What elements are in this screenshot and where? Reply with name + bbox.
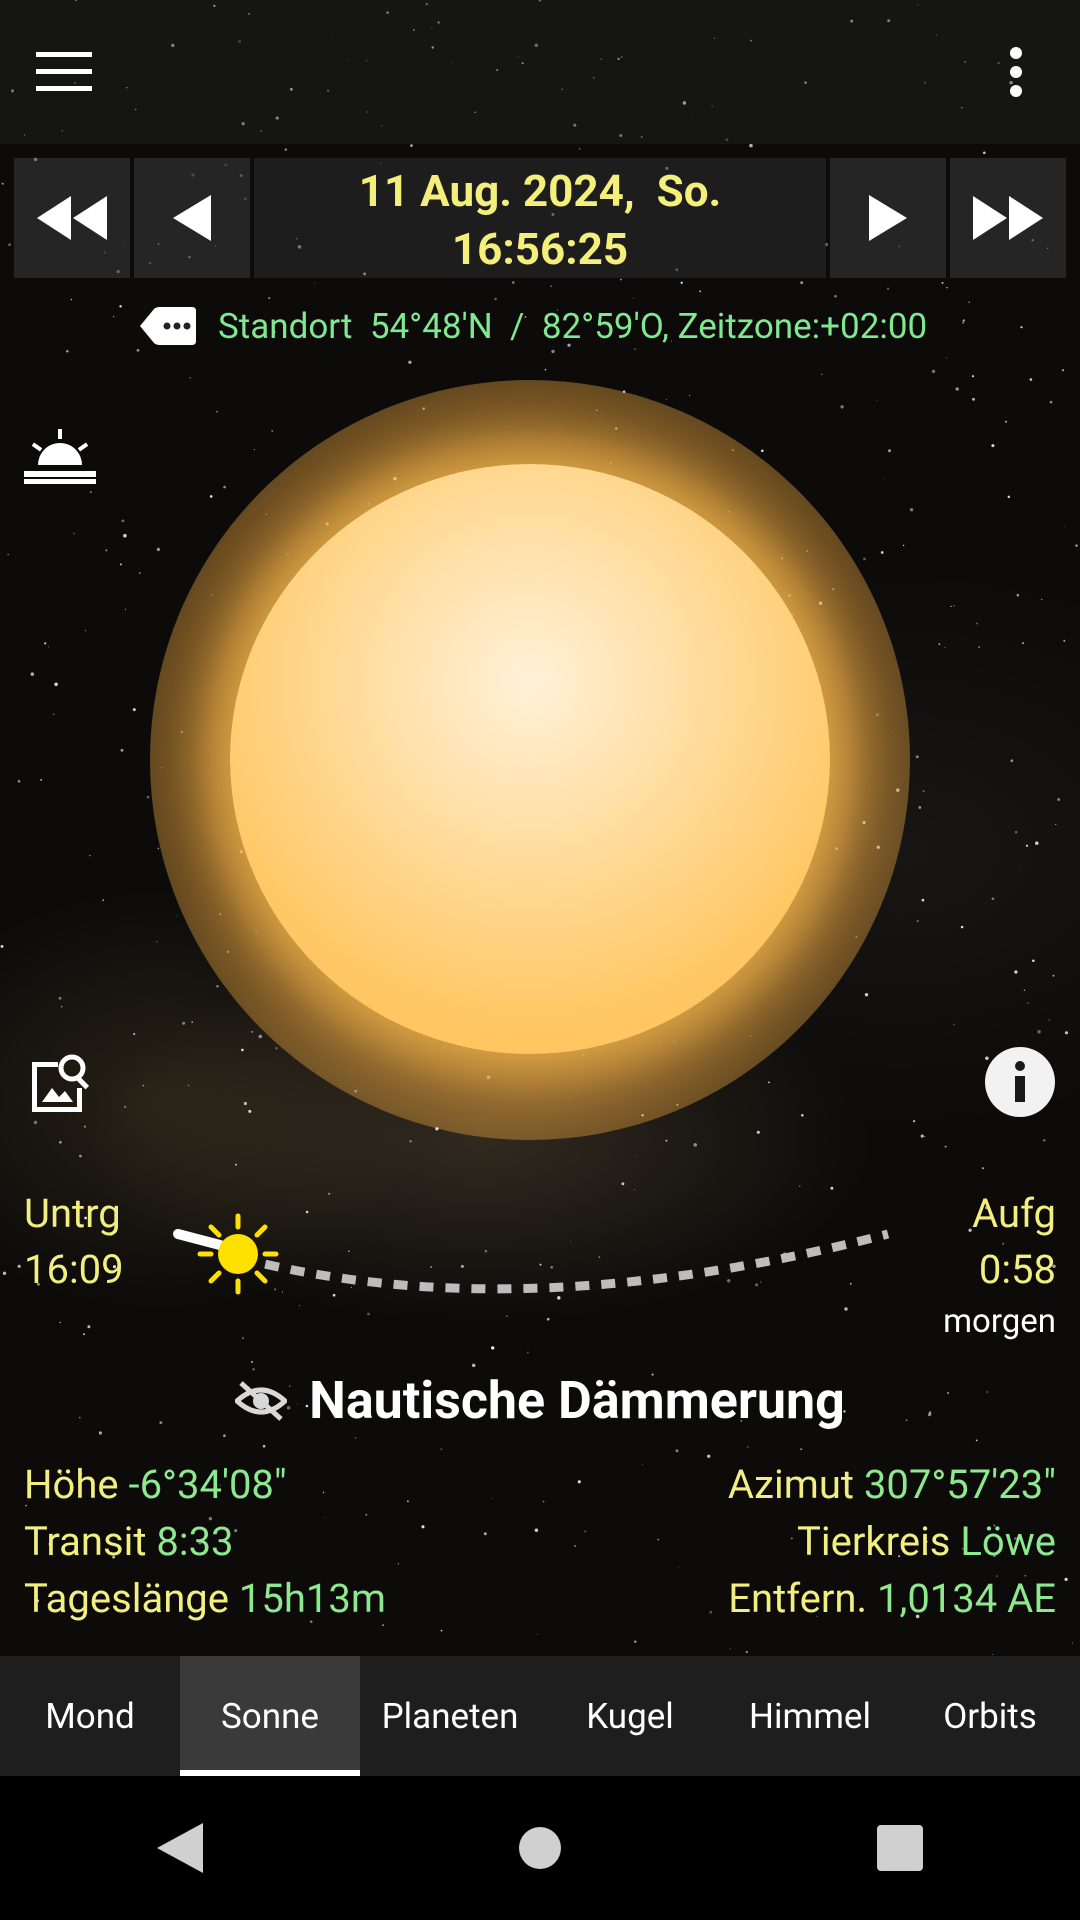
twilight-text: Nautische Dämmerung bbox=[309, 1370, 845, 1431]
more-vert-icon[interactable] bbox=[976, 40, 1056, 104]
location-text: Standort 54°48'N / 82°59'O, Zeitzone:+02… bbox=[218, 305, 928, 347]
day-length-value: 15h13m bbox=[238, 1575, 386, 1622]
step-forward-button[interactable] bbox=[830, 158, 946, 278]
image-search-icon[interactable] bbox=[22, 1048, 98, 1118]
stats-left: Höhe -6°34'08" Transit 8:33 Tageslänge 1… bbox=[24, 1456, 386, 1627]
zodiac-value: Löwe bbox=[960, 1518, 1056, 1565]
distance-value: 1,0134 AE bbox=[876, 1575, 1056, 1622]
fast-rewind-button[interactable] bbox=[14, 158, 130, 278]
tab-kugel[interactable]: Kugel bbox=[540, 1656, 720, 1776]
tab-himmel[interactable]: Himmel bbox=[720, 1656, 900, 1776]
sunset-info: Untrg 16:09 bbox=[24, 1186, 124, 1298]
azimuth-value: 307°57'23" bbox=[863, 1461, 1056, 1508]
azimuth-row: Azimut 307°57'23" bbox=[728, 1456, 1056, 1513]
sunrise-time: 0:58 bbox=[978, 1246, 1056, 1293]
date-text: 11 Aug. 2024, So. bbox=[358, 165, 722, 217]
sun-disk bbox=[230, 464, 830, 1054]
sunrise-day: morgen bbox=[943, 1302, 1056, 1341]
sun-position-icon bbox=[197, 1213, 279, 1295]
fast-forward-button[interactable] bbox=[950, 158, 1066, 278]
fast-forward-icon bbox=[973, 196, 1043, 240]
label-dots-icon bbox=[140, 307, 196, 345]
sun-path-arc bbox=[173, 1229, 890, 1294]
info-icon[interactable] bbox=[984, 1046, 1056, 1118]
date-navigation: 11 Aug. 2024, So. 16:56:25 bbox=[14, 158, 1066, 278]
sunrise-icon[interactable] bbox=[20, 420, 100, 490]
altitude-value: -6°34'08" bbox=[128, 1461, 287, 1508]
day-length-label: Tageslänge bbox=[24, 1575, 229, 1622]
tab-mond[interactable]: Mond bbox=[0, 1656, 180, 1776]
stats-right: Azimut 307°57'23" Tierkreis Löwe Entfern… bbox=[728, 1456, 1056, 1627]
zodiac-label: Tierkreis bbox=[797, 1518, 951, 1565]
step-back-icon bbox=[173, 195, 211, 241]
recents-button[interactable] bbox=[840, 1798, 960, 1898]
eye-off-icon bbox=[235, 1380, 288, 1421]
home-icon bbox=[519, 1827, 561, 1869]
sunset-label: Untrg bbox=[24, 1190, 121, 1237]
sunrise-label: Aufg bbox=[972, 1190, 1056, 1237]
back-icon bbox=[157, 1823, 203, 1873]
transit-value: 8:33 bbox=[156, 1518, 234, 1565]
hamburger-menu-icon[interactable] bbox=[24, 40, 104, 104]
recents-icon bbox=[877, 1825, 923, 1871]
twilight-status: Nautische Dämmerung bbox=[0, 1370, 1080, 1431]
system-navigation-bar bbox=[0, 1776, 1080, 1920]
back-button[interactable] bbox=[120, 1798, 240, 1898]
step-back-button[interactable] bbox=[134, 158, 250, 278]
transit-row: Transit 8:33 bbox=[24, 1513, 386, 1570]
day-length-row: Tageslänge 15h13m bbox=[24, 1570, 386, 1627]
tab-planeten[interactable]: Planeten bbox=[360, 1656, 540, 1776]
altitude-row: Höhe -6°34'08" bbox=[24, 1456, 386, 1513]
zodiac-row: Tierkreis Löwe bbox=[728, 1513, 1056, 1570]
fast-rewind-icon bbox=[37, 196, 107, 240]
azimuth-label: Azimut bbox=[727, 1461, 854, 1508]
tab-orbits[interactable]: Orbits bbox=[900, 1656, 1080, 1776]
altitude-label: Höhe bbox=[24, 1461, 119, 1508]
sunset-time: 16:09 bbox=[24, 1246, 124, 1293]
top-app-bar bbox=[0, 0, 1080, 144]
location-row[interactable]: Standort 54°48'N / 82°59'O, Zeitzone:+02… bbox=[140, 304, 927, 348]
step-forward-icon bbox=[869, 195, 907, 241]
distance-row: Entfern. 1,0134 AE bbox=[728, 1570, 1056, 1627]
transit-label: Transit bbox=[24, 1518, 147, 1565]
bottom-tab-bar: Mond Sonne Planeten Kugel Himmel Orbits bbox=[0, 1656, 1080, 1776]
tab-sonne[interactable]: Sonne bbox=[180, 1656, 360, 1776]
time-text: 16:56:25 bbox=[451, 223, 629, 275]
home-button[interactable] bbox=[480, 1798, 600, 1898]
date-time-display[interactable]: 11 Aug. 2024, So. 16:56:25 bbox=[254, 158, 826, 278]
distance-label: Entfern. bbox=[728, 1575, 868, 1622]
sunrise-info: Aufg 0:58 bbox=[972, 1186, 1056, 1298]
